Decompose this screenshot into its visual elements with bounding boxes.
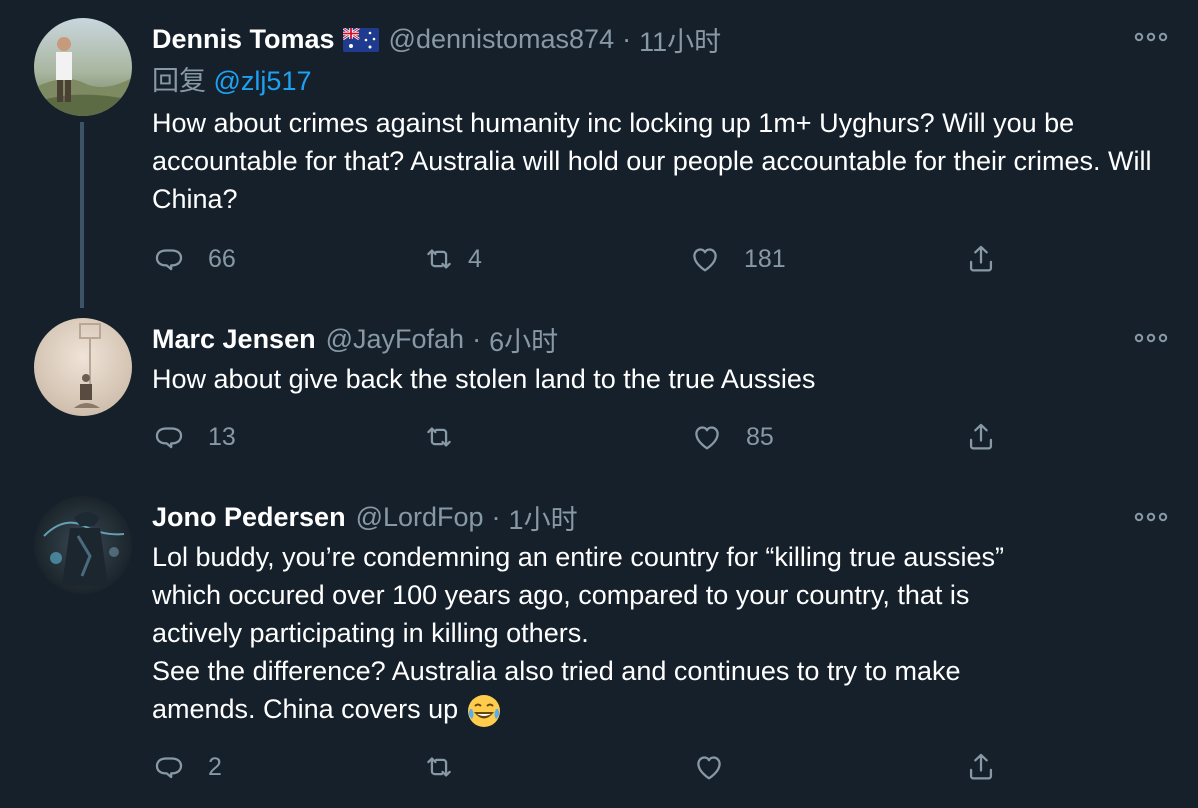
author-name[interactable]: Dennis Tomas: [152, 24, 335, 55]
like-button[interactable]: 85: [690, 420, 774, 454]
share-icon: [964, 420, 998, 454]
like-count: 85: [746, 422, 774, 451]
author-handle[interactable]: @JayFofah: [326, 324, 464, 355]
reply-count: 13: [208, 422, 236, 451]
retweet-button[interactable]: 4: [422, 242, 482, 276]
reply-button[interactable]: 2: [152, 750, 222, 784]
like-button[interactable]: [692, 750, 726, 784]
tweet-1[interactable]: Dennis Tomas @dennistomas874 · 11小时 回复 @…: [0, 0, 1198, 308]
share-icon: [964, 750, 998, 784]
tweet-text-line: See the difference? Australia also tried…: [152, 656, 961, 686]
more-icon[interactable]: [1134, 30, 1168, 42]
separator-dot: ·: [491, 502, 501, 532]
reply-icon: [152, 420, 186, 454]
tweet-text-line: actively participating in killing others…: [152, 618, 589, 648]
reply-count: 66: [208, 244, 236, 273]
tweet-body: How about give back the stolen land to t…: [152, 360, 1158, 398]
author-name[interactable]: Jono Pedersen: [152, 502, 346, 533]
tweet-text: How about crimes against humanity inc lo…: [152, 108, 1152, 214]
tweet-time[interactable]: 1小时: [509, 498, 578, 537]
avatar-dennis-tomas[interactable]: [34, 18, 132, 116]
like-icon: [692, 750, 726, 784]
like-button[interactable]: 181: [688, 242, 786, 276]
tweet-header: Marc Jensen @JayFofah · 6小时: [152, 320, 558, 359]
tweet-body: 回复 @zlj517 How about crimes against huma…: [152, 62, 1158, 218]
author-handle[interactable]: @dennistomas874: [389, 24, 615, 55]
tweet-2[interactable]: Marc Jensen @JayFofah · 6小时 How about gi…: [0, 300, 1198, 480]
like-icon: [690, 420, 724, 454]
tweet-time[interactable]: 6小时: [489, 320, 558, 359]
reply-label: 回复: [152, 66, 206, 96]
tweet-3[interactable]: Jono Pedersen @LordFop · 1小时 Lol buddy, …: [0, 480, 1198, 808]
author-name[interactable]: Marc Jensen: [152, 324, 316, 355]
separator-dot: ·: [472, 324, 482, 354]
tweet-text: How about give back the stolen land to t…: [152, 364, 816, 394]
retweet-icon: [422, 242, 456, 276]
tweet-text-line: amends. China covers up: [152, 694, 459, 724]
reply-count: 2: [208, 752, 222, 781]
reply-icon: [152, 750, 186, 784]
reply-button[interactable]: 13: [152, 420, 236, 454]
retweet-button[interactable]: [422, 750, 456, 784]
share-button[interactable]: [964, 420, 998, 454]
retweet-icon: [422, 420, 456, 454]
retweet-button[interactable]: [422, 420, 456, 454]
share-icon: [964, 242, 998, 276]
like-count: 181: [744, 244, 786, 273]
reply-icon: [152, 242, 186, 276]
tweet-text-line-last: amends. China covers up: [152, 690, 1158, 729]
retweet-count: 4: [468, 244, 482, 273]
more-icon[interactable]: [1134, 331, 1168, 343]
reply-mention-link[interactable]: @zlj517: [214, 66, 312, 96]
avatar-marc-jensen[interactable]: [34, 318, 132, 416]
tweet-text-line: Lol buddy, you’re condemning an entire c…: [152, 542, 1004, 572]
laughing-emoji-icon: [466, 693, 502, 729]
reply-button[interactable]: 66: [152, 242, 236, 276]
like-icon: [688, 242, 722, 276]
reply-to-line: 回复 @zlj517: [152, 62, 1158, 100]
australia-flag-icon: [341, 26, 379, 52]
share-button[interactable]: [964, 750, 998, 784]
tweet-header: Jono Pedersen @LordFop · 1小时: [152, 498, 578, 537]
tweet-text-line: which occured over 100 years ago, compar…: [152, 580, 970, 610]
thread-line: [80, 122, 84, 308]
author-handle[interactable]: @LordFop: [356, 502, 484, 533]
tweet-time[interactable]: 11小时: [639, 20, 721, 59]
separator-dot: ·: [622, 24, 632, 54]
retweet-icon: [422, 750, 456, 784]
avatar-jono-pedersen[interactable]: [34, 496, 132, 594]
tweet-header: Dennis Tomas @dennistomas874 · 11小时: [152, 20, 721, 59]
more-icon[interactable]: [1134, 510, 1168, 522]
share-button[interactable]: [964, 242, 998, 276]
tweet-body: Lol buddy, you’re condemning an entire c…: [152, 538, 1158, 729]
